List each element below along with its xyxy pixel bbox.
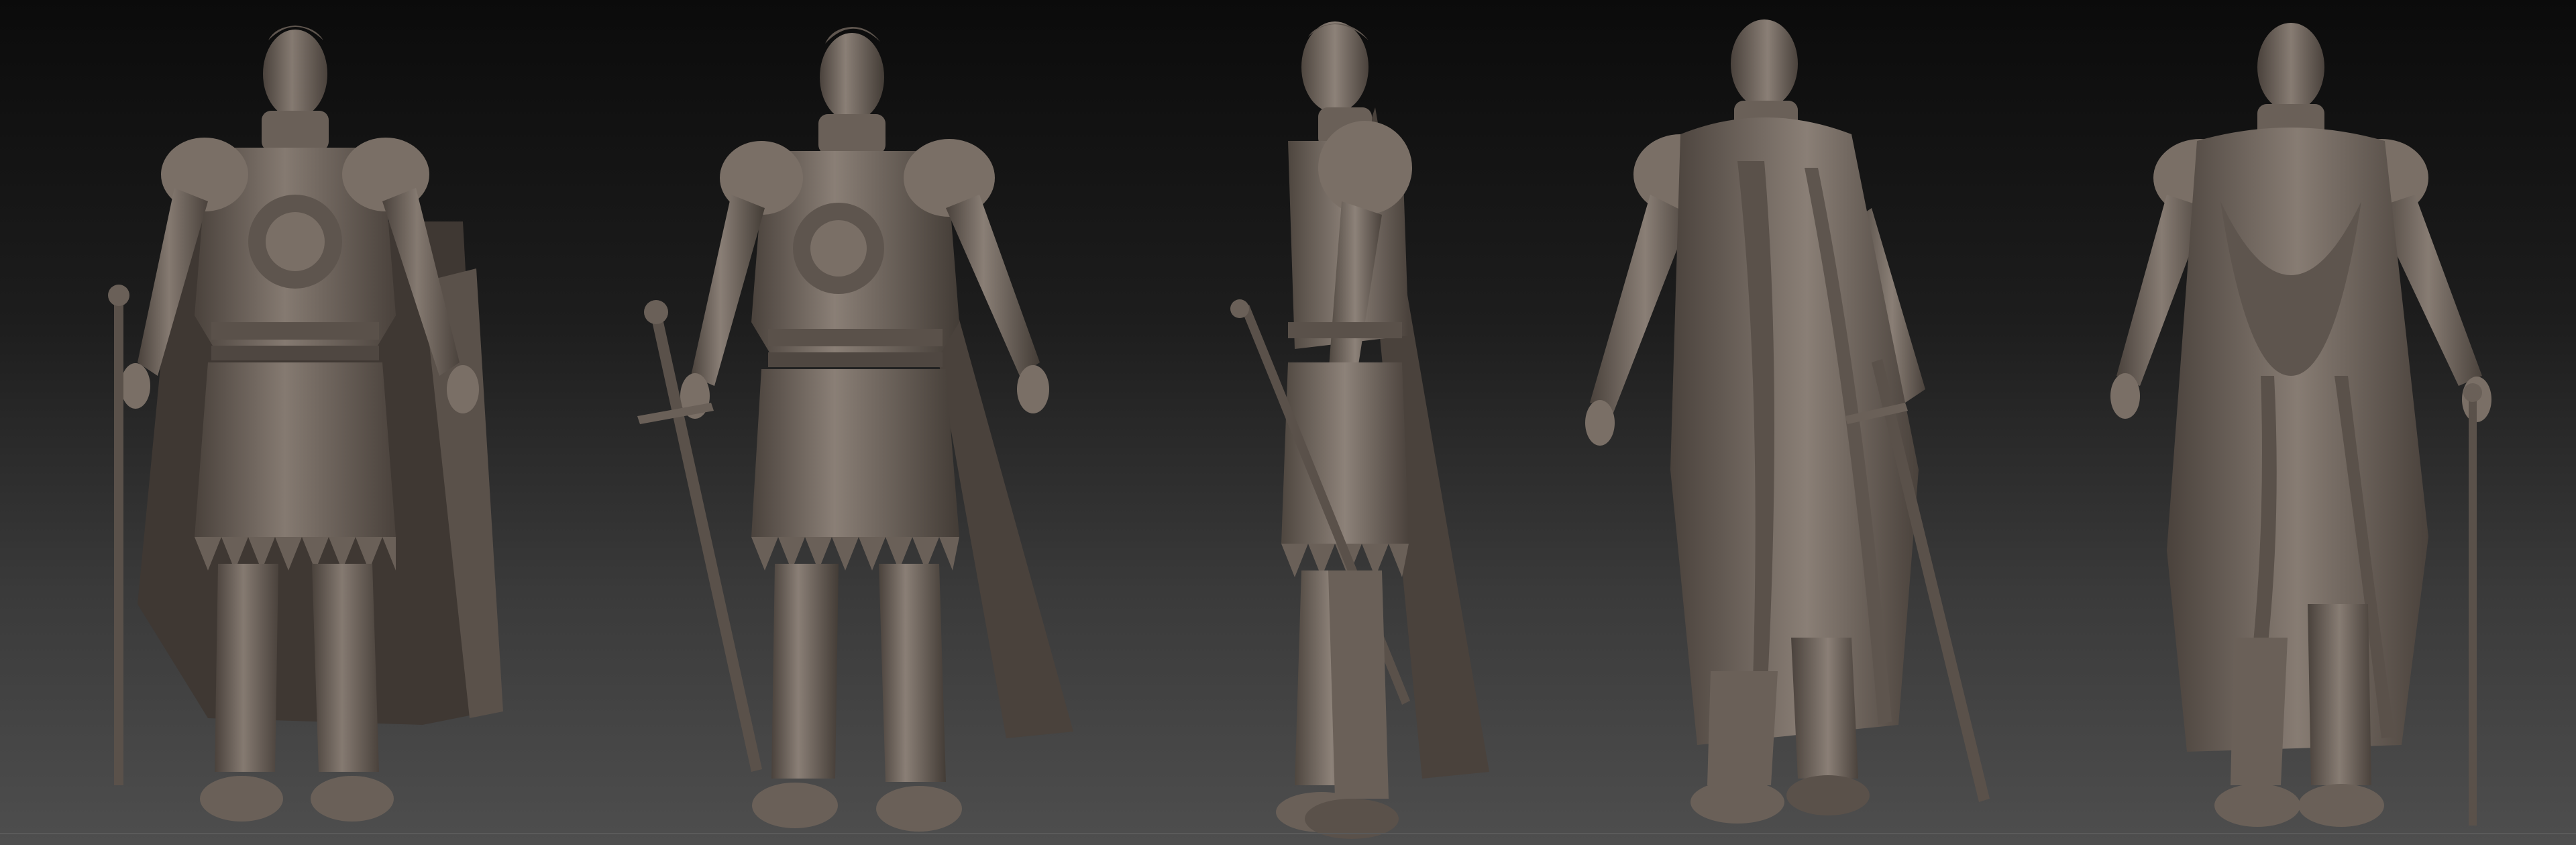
knight-front-view (74, 0, 530, 845)
knight-three-quarter-sculpt-icon (637, 27, 1073, 832)
knight-front-sculpt-icon (108, 26, 503, 822)
knight-back-sculpt-icon (2110, 23, 2491, 827)
knight-three-quarter-back-view (1563, 0, 2033, 845)
viewport-bottom-edge (0, 833, 2576, 834)
knight-back-view (2066, 0, 2536, 845)
sculpt-viewport[interactable] (0, 0, 2576, 845)
knight-three-quarter-front-view (631, 0, 1100, 845)
knight-side-sculpt-icon (1230, 21, 1489, 839)
knight-three-quarter-back-sculpt-icon (1585, 19, 1990, 824)
knight-side-view (1201, 0, 1509, 845)
